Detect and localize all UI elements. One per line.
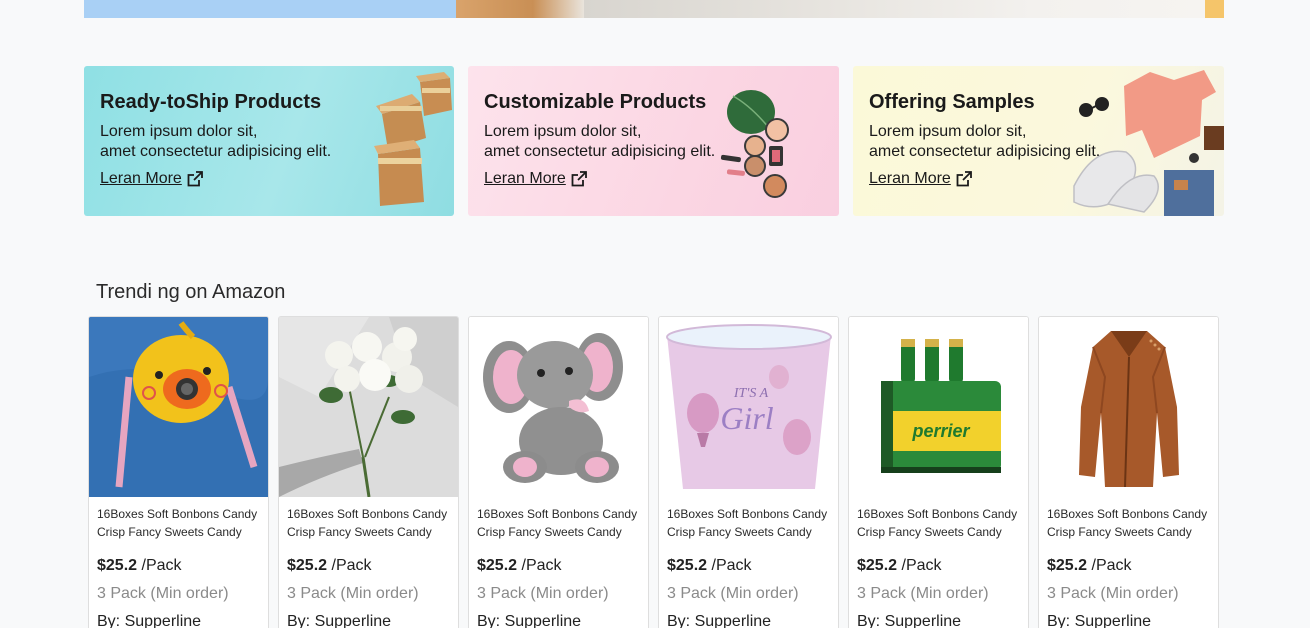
product-price: $25.2 /Pack [857, 557, 942, 575]
learn-more-label: Leran More [869, 170, 951, 187]
bucket-label-small: IT'S A [733, 386, 769, 401]
product-image[interactable]: perrier [849, 317, 1028, 497]
min-order: 3 Pack (Min order) [857, 585, 989, 602]
external-link-icon [571, 171, 587, 187]
promo-title: Offering Samples [869, 91, 1035, 113]
product-price: $25.2 /Pack [97, 557, 182, 575]
price-unit: /Pack [517, 557, 562, 574]
promo-description-line: Lorem ipsum dolor sit, [100, 123, 258, 140]
promo-description: Lorem ipsum dolor sit, amet consectetur … [484, 122, 715, 161]
price-value: $25.2 [1047, 557, 1088, 574]
promo-description-line: amet consectetur adipisicing elit. [869, 142, 1101, 160]
hero-banner-segment [584, 0, 1224, 18]
product-card[interactable]: 16Boxes Soft Bonbons Candy Crisp Fancy S… [1038, 316, 1219, 628]
seller-name[interactable]: By: Supperline [1047, 613, 1151, 628]
external-link-icon [956, 171, 972, 187]
product-price: $25.2 /Pack [477, 557, 562, 575]
promo-card-ready-to-ship[interactable]: Ready-toShip Products Lorem ipsum dolor … [84, 66, 454, 216]
seller-name[interactable]: By: Supperline [287, 613, 391, 628]
price-value: $25.2 [287, 557, 328, 574]
product-image[interactable] [1039, 317, 1218, 497]
promo-description-line: Lorem ipsum dolor sit, [484, 123, 642, 140]
external-link-icon [187, 171, 203, 187]
product-name[interactable]: 16Boxes Soft Bonbons Candy Crisp Fancy S… [857, 505, 1025, 541]
product-grid: 16Boxes Soft Bonbons Candy Crisp Fancy S… [88, 316, 1219, 628]
hero-banner-segment [456, 0, 584, 18]
price-unit: /Pack [897, 557, 942, 574]
learn-more-label: Leran More [484, 170, 566, 187]
promo-description-line: amet consectetur adipisicing elit. [100, 142, 332, 160]
promo-description: Lorem ipsum dolor sit, amet consectetur … [869, 122, 1100, 161]
product-card[interactable]: perrier 16Boxes Soft Bonbons Candy Crisp… [848, 316, 1029, 628]
promo-description-line: amet consectetur adipisicing elit. [484, 142, 716, 160]
bucket-label-big: Girl [720, 400, 773, 436]
seller-name[interactable]: By: Supperline [667, 613, 771, 628]
min-order: 3 Pack (Min order) [1047, 585, 1179, 602]
price-unit: /Pack [327, 557, 372, 574]
learn-more-link[interactable]: Leran More [484, 170, 587, 188]
price-value: $25.2 [97, 557, 138, 574]
price-value: $25.2 [477, 557, 518, 574]
min-order: 3 Pack (Min order) [667, 585, 799, 602]
product-name[interactable]: 16Boxes Soft Bonbons Candy Crisp Fancy S… [1047, 505, 1215, 541]
product-name[interactable]: 16Boxes Soft Bonbons Candy Crisp Fancy S… [287, 505, 455, 541]
hero-banner-segment [84, 0, 456, 18]
price-value: $25.2 [667, 557, 708, 574]
product-name[interactable]: 16Boxes Soft Bonbons Candy Crisp Fancy S… [97, 505, 265, 541]
seller-name[interactable]: By: Supperline [97, 613, 201, 628]
learn-more-link[interactable]: Leran More [869, 170, 972, 188]
product-image[interactable] [279, 317, 458, 497]
product-image[interactable]: IT'S A Girl [659, 317, 838, 497]
min-order: 3 Pack (Min order) [97, 585, 229, 602]
section-title-trending: Trendi ng on Amazon [96, 281, 286, 303]
cosmetics-illustration [720, 90, 789, 198]
product-image[interactable] [89, 317, 268, 497]
hero-banner[interactable] [84, 0, 1224, 18]
product-name[interactable]: 16Boxes Soft Bonbons Candy Crisp Fancy S… [477, 505, 645, 541]
min-order: 3 Pack (Min order) [477, 585, 609, 602]
product-price: $25.2 /Pack [1047, 557, 1132, 575]
learn-more-label: Leran More [100, 170, 182, 187]
product-price: $25.2 /Pack [287, 557, 372, 575]
product-card[interactable]: 16Boxes Soft Bonbons Candy Crisp Fancy S… [278, 316, 459, 628]
promo-card-offering-samples[interactable]: Offering Samples Lorem ipsum dolor sit, … [853, 66, 1224, 216]
perrier-logo-text: perrier [911, 421, 970, 441]
price-unit: /Pack [1087, 557, 1132, 574]
product-image[interactable] [469, 317, 648, 497]
learn-more-link[interactable]: Leran More [100, 170, 203, 188]
promo-title: Ready-toShip Products [100, 91, 322, 113]
price-unit: /Pack [137, 557, 182, 574]
promo-card-customizable[interactable]: Customizable Products Lorem ipsum dolor … [468, 66, 839, 216]
price-value: $25.2 [857, 557, 898, 574]
seller-name[interactable]: By: Supperline [857, 613, 961, 628]
seller-name[interactable]: By: Supperline [477, 613, 581, 628]
product-card[interactable]: 16Boxes Soft Bonbons Candy Crisp Fancy S… [468, 316, 649, 628]
promo-title: Customizable Products [484, 91, 707, 113]
product-card[interactable]: 16Boxes Soft Bonbons Candy Crisp Fancy S… [88, 316, 269, 628]
min-order: 3 Pack (Min order) [287, 585, 419, 602]
product-price: $25.2 /Pack [667, 557, 752, 575]
promo-description-line: Lorem ipsum dolor sit, [869, 123, 1027, 140]
promo-description: Lorem ipsum dolor sit, amet consectetur … [100, 122, 331, 161]
product-name[interactable]: 16Boxes Soft Bonbons Candy Crisp Fancy S… [667, 505, 835, 541]
price-unit: /Pack [707, 557, 752, 574]
product-card[interactable]: IT'S A Girl 16Boxes Soft Bonbons Candy C… [658, 316, 839, 628]
